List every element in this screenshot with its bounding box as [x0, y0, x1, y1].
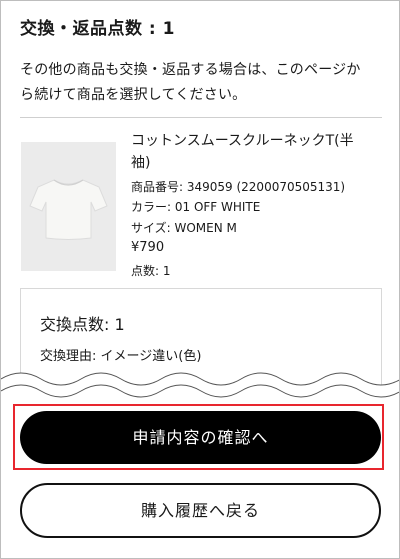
- instructions-line-2: ら続けて商品を選択してください。: [20, 87, 247, 103]
- return-count-title: 交換・返品点数 : 1: [20, 19, 175, 39]
- product-name[interactable]: コットンスムースクルーネックT(半 袖): [131, 130, 381, 174]
- product-image: [21, 142, 116, 271]
- product-size: サイズ: WOMEN M: [131, 221, 237, 235]
- page-frame: 交換・返品点数 : 1 その他の商品も交換・返品する場合は、このページか ら続け…: [0, 0, 400, 559]
- instructions-text: その他の商品も交換・返品する場合は、このページか ら続けて商品を選択してください…: [20, 58, 386, 108]
- product-color: カラー: 01 OFF WHITE: [131, 200, 261, 214]
- product-code: 商品番号: 349059 (2200070505131): [131, 180, 346, 194]
- product-name-line-1: コットンスムースクルーネックT(半: [131, 133, 354, 149]
- tshirt-icon: [29, 179, 108, 240]
- confirm-application-button[interactable]: 申請内容の確認へ: [20, 411, 381, 464]
- product-quantity: 点数: 1: [131, 264, 171, 278]
- back-to-purchase-history-button[interactable]: 購入履歴へ戻る: [20, 483, 381, 538]
- instructions-line-1: その他の商品も交換・返品する場合は、このページか: [20, 62, 361, 78]
- product-price: ¥790: [131, 240, 165, 255]
- section-divider: [20, 117, 382, 118]
- product-name-line-2: 袖): [131, 155, 151, 171]
- exchange-count: 交換点数: 1: [40, 315, 125, 334]
